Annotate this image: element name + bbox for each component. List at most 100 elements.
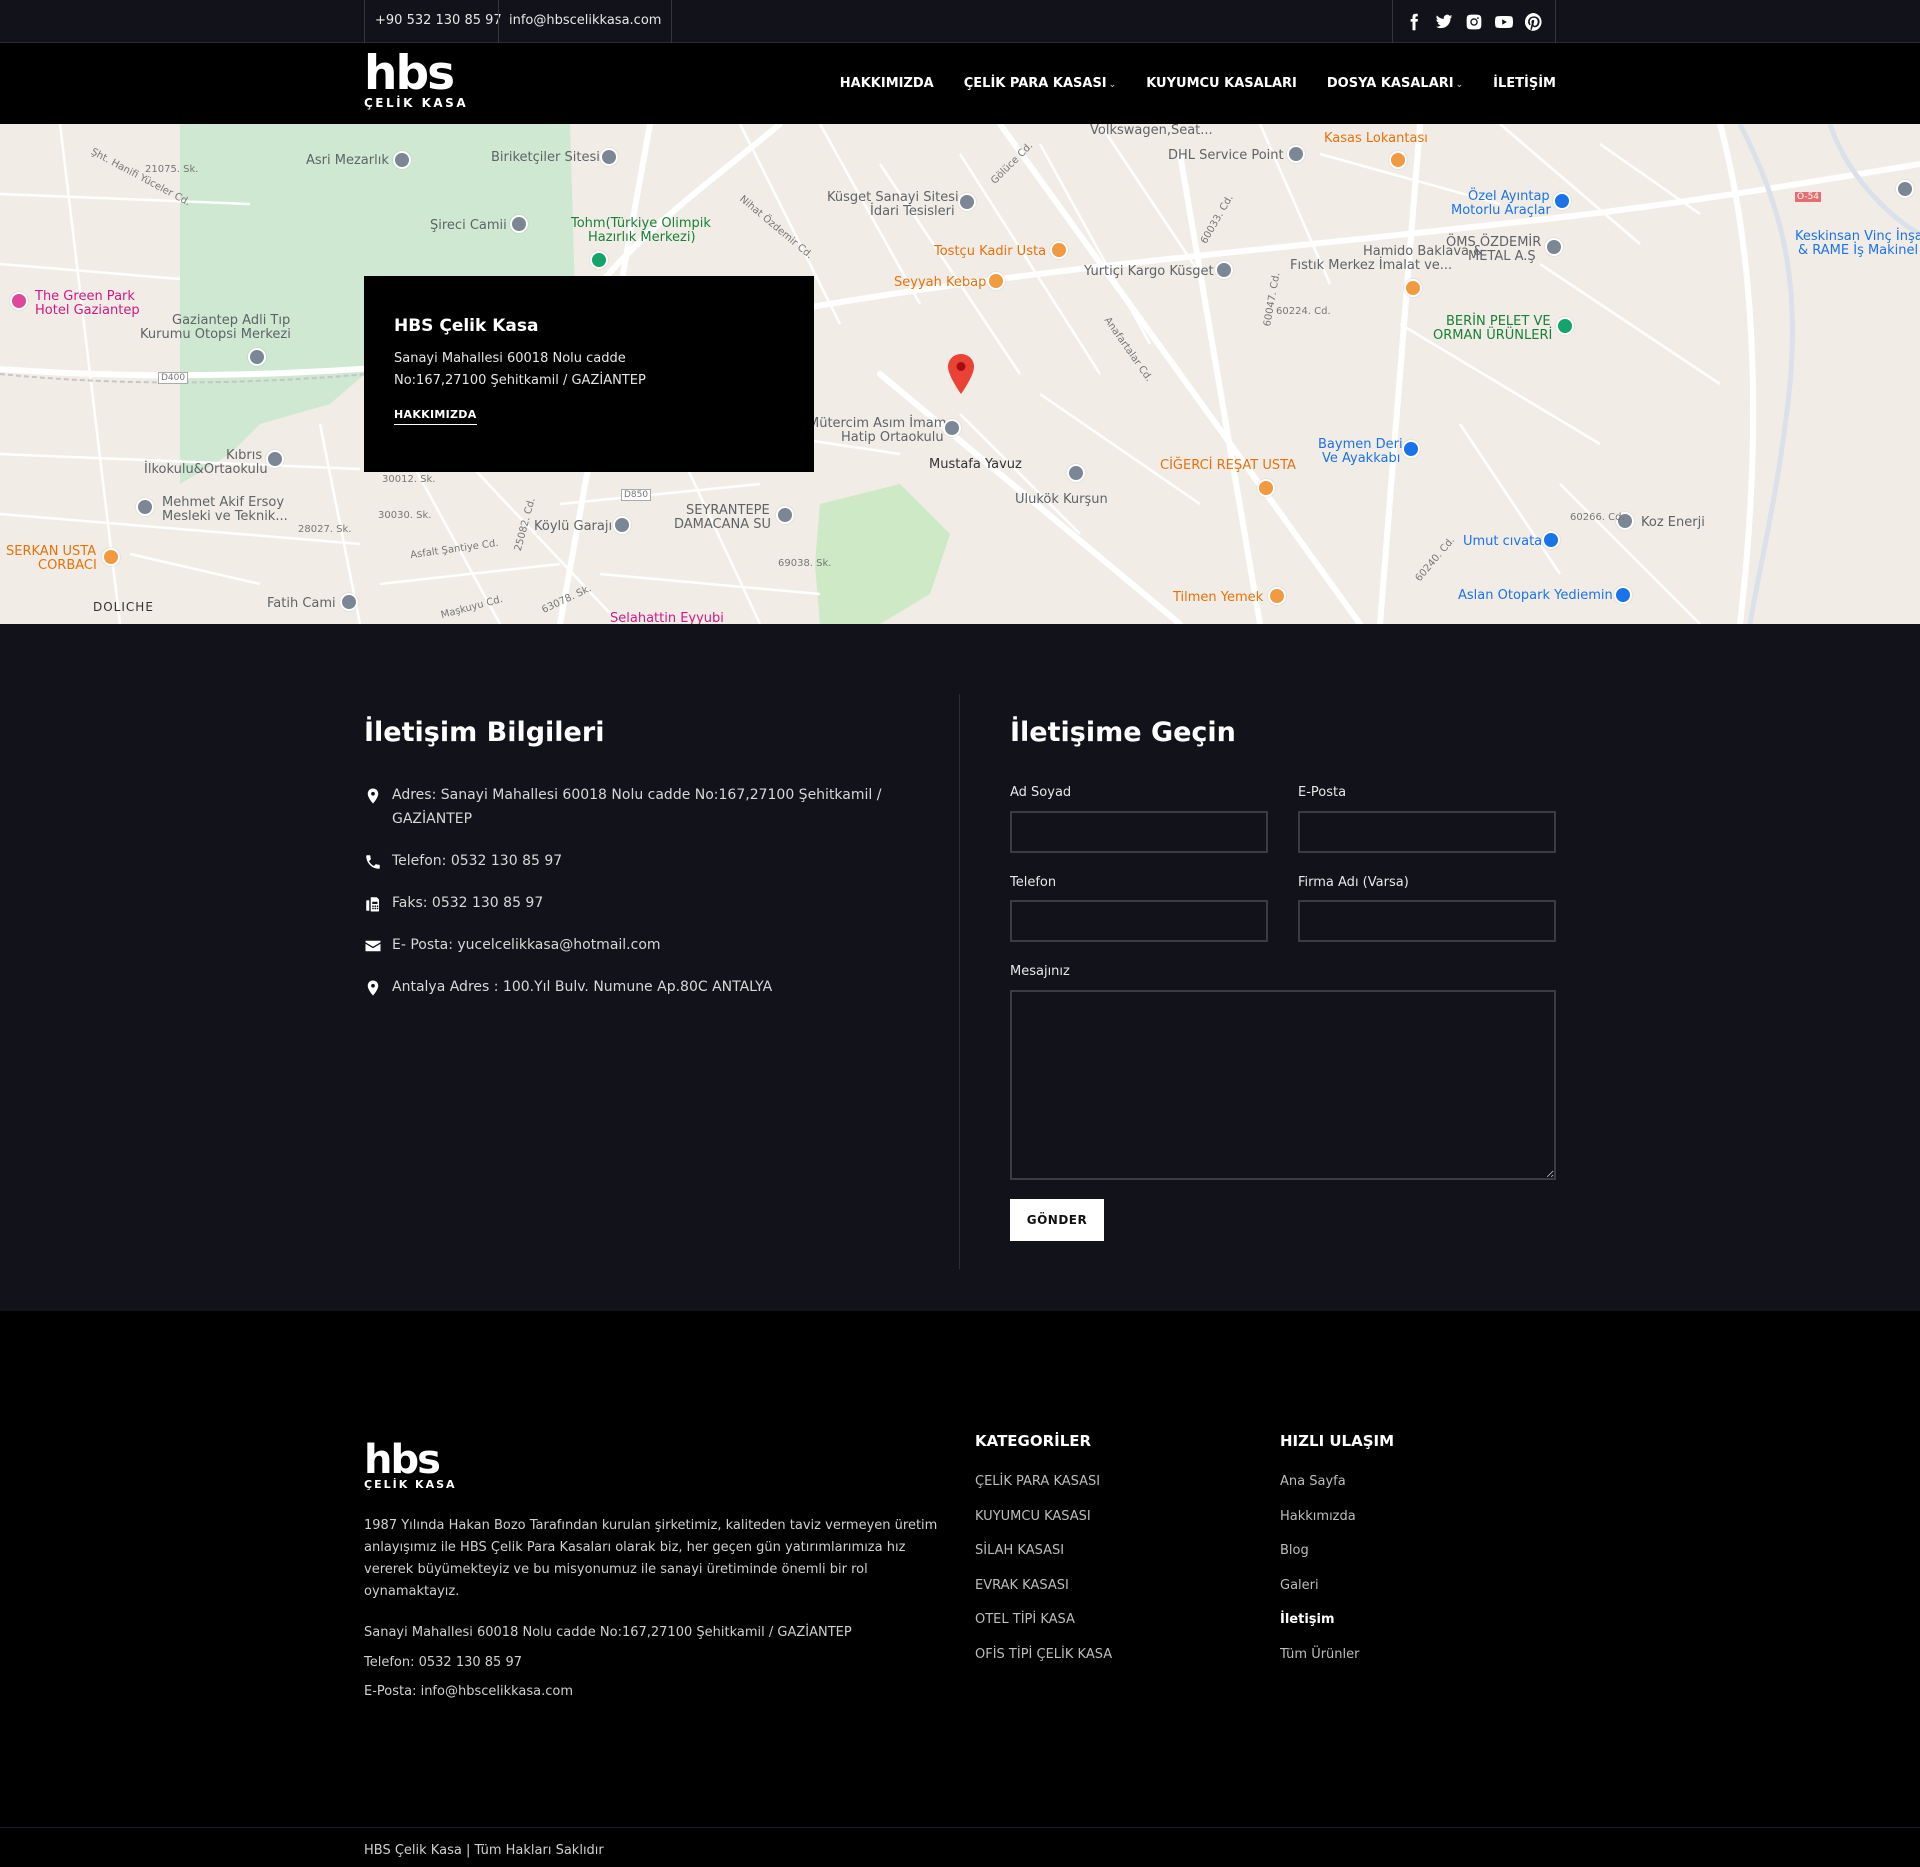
map-label-dhl[interactable]: DHL Service Point [1168,149,1284,163]
map-label-aslan-otopark[interactable]: Aslan Otopark Yediemin [1458,589,1613,603]
map-label-keskinsan-1[interactable]: Keskinsan Vinç İnşa [1795,230,1920,244]
map-label-hamido-2[interactable]: Fıstık Merkez İmalat ve... [1290,259,1452,273]
map-label-green-park-2[interactable]: Hotel Gaziantep [35,304,140,318]
map-label-mehmet-akif-2[interactable]: Mesleki ve Teknik... [162,510,288,524]
company-input[interactable] [1298,900,1556,942]
map-label-cigerci[interactable]: CİĞERCİ REŞAT USTA [1160,459,1296,473]
message-textarea[interactable] [1010,990,1556,1180]
topbar-phone-link[interactable]: +90 532 130 85 97 [364,0,512,43]
map-label-kibris-1[interactable]: Kıbrıs [226,449,262,463]
place-icon[interactable] [776,506,794,524]
footer-category-link[interactable]: OTEL TİPİ KASA [975,1612,1112,1647]
location-card-link[interactable]: HAKKIMIZDA [394,408,477,425]
pinterest-icon[interactable] [1525,12,1543,31]
map-label-mustafa-yavuz[interactable]: Mustafa Yavuz [929,458,1022,472]
map-label-keskinsan-2[interactable]: & RAME İş Makinel [1798,244,1918,258]
location-map[interactable]: Asri Mezarlık Biriketçiler Sitesi Şireci… [0,124,1920,624]
name-input[interactable] [1010,811,1268,853]
map-label-doliche[interactable]: DOLICHE [93,600,154,614]
map-label-umut-civata[interactable]: Umut cıvata [1463,535,1542,549]
shop-icon[interactable] [1402,440,1420,458]
site-logo[interactable]: hbs ÇELİK KASA [364,50,468,110]
map-label-seyrantepe-1[interactable]: SEYRANTEPE [686,504,770,518]
restaurant-icon[interactable] [1050,241,1068,259]
map-label-mutercim-2[interactable]: Hatip Ortaokulu [841,431,944,445]
map-label-tilmen[interactable]: Tilmen Yemek [1173,591,1263,605]
map-label-koylu-garaji[interactable]: Köylü Garajı [534,520,612,534]
map-label-baymen-1[interactable]: Baymen Deri [1318,438,1403,452]
map-label-green-park-1[interactable]: The Green Park [35,290,135,304]
car-dealer-icon[interactable] [1553,192,1571,210]
restaurant-icon[interactable] [1257,479,1275,497]
map-label-kusget-2[interactable]: İdari Tesisleri [870,205,955,219]
map-label-volkswagen[interactable]: Volkswagen,Seat... [1090,124,1213,138]
place-icon[interactable] [958,193,976,211]
hotel-icon[interactable] [10,292,28,310]
place-icon[interactable] [1067,464,1085,482]
place-icon[interactable] [613,516,631,534]
nav-item-kuyumcu-kasalari[interactable]: KUYUMCU KASALARI [1146,76,1297,91]
footer-quick-link[interactable]: Ana Sayfa [1280,1474,1360,1509]
shop-icon[interactable] [1542,531,1560,549]
footer-logo[interactable]: hbs ÇELİK KASA [364,1440,457,1491]
map-label-berin-2[interactable]: ORMAN ÜRÜNLERİ [1433,329,1552,343]
map-label-berin-1[interactable]: BERİN PELET VE [1446,315,1551,329]
phone-input[interactable] [1010,900,1268,942]
footer-category-link[interactable]: SİLAH KASASI [975,1543,1112,1578]
sports-icon[interactable] [590,251,608,269]
government-icon[interactable] [248,348,266,366]
map-label-ozel-ayintap-1[interactable]: Özel Ayıntap [1468,190,1550,204]
store-icon[interactable] [1556,317,1574,335]
mosque-icon[interactable] [340,593,358,611]
map-label-adli-tip-2[interactable]: Kurumu Otopsi Merkezi [140,328,291,342]
place-icon[interactable] [1896,180,1914,198]
nav-item-celik-para-kasasi[interactable]: ÇELİK PARA KASASI ⌄ [964,76,1116,91]
school-icon[interactable] [266,450,284,468]
map-label-koz-enerji[interactable]: Koz Enerji [1641,516,1705,530]
footer-quick-link-active[interactable]: İletişim [1280,1612,1360,1647]
map-label-biriketciler[interactable]: Biriketçiler Sitesi [491,151,600,165]
map-label-baymen-2[interactable]: Ve Ayakkabı [1322,452,1400,466]
footer-category-link[interactable]: ÇELİK PARA KASASI [975,1474,1112,1509]
map-label-kasas-lokantasi[interactable]: Kasas Lokantası [1324,132,1428,146]
map-label-asri-mezarlik[interactable]: Asri Mezarlık [306,154,389,168]
nav-item-dosya-kasalari[interactable]: DOSYA KASALARI ⌄ [1327,76,1463,91]
map-label-kibris-2[interactable]: İlkokulu&Ortaokulu [144,463,268,477]
map-label-adli-tip-1[interactable]: Gaziantep Adli Tıp [172,314,290,328]
map-label-tohm-1[interactable]: Tohm(Türkiye Olimpik [571,217,711,231]
facebook-icon[interactable] [1405,13,1423,31]
send-button[interactable]: GÖNDER [1010,1199,1104,1241]
topbar-email-link[interactable]: info@hbscelikkasa.com [498,0,673,43]
footer-quick-link[interactable]: Blog [1280,1543,1360,1578]
twitter-icon[interactable] [1435,13,1453,31]
map-label-hamido-1[interactable]: Hamido Baklava & [1363,245,1483,259]
map-label-serkan-2[interactable]: CORBACI [38,559,97,573]
cemetery-icon[interactable] [393,151,411,169]
instagram-icon[interactable] [1465,13,1483,31]
footer-category-link[interactable]: EVRAK KASASI [975,1578,1112,1613]
restaurant-icon[interactable] [1268,587,1286,605]
map-label-mutercim-1[interactable]: Mütercim Asım İmam [808,417,946,431]
footer-category-link[interactable]: KUYUMCU KASASI [975,1509,1112,1544]
place-icon[interactable] [1215,261,1233,279]
map-label-serkan-1[interactable]: SERKAN USTA [6,545,96,559]
map-label-ozel-ayintap-2[interactable]: Motorlu Araçlar [1451,204,1551,218]
parking-icon[interactable] [1614,586,1632,604]
place-icon[interactable] [600,148,618,166]
map-label-yurtici[interactable]: Yurtiçi Kargo Küsget [1084,265,1214,279]
nav-item-iletisim[interactable]: İLETİŞİM [1493,76,1556,91]
map-label-tostcu[interactable]: Tostçu Kadir Usta [934,245,1046,259]
email-input[interactable] [1298,811,1556,853]
restaurant-icon[interactable] [102,548,120,566]
map-label-seyrantepe-2[interactable]: DAMACANA SU [674,518,771,532]
nav-item-hakkimizda[interactable]: HAKKIMIZDA [840,76,934,91]
map-label-selahattin[interactable]: Selahattin Eyyubi [610,612,724,625]
map-label-ulukok[interactable]: Ulukök Kurşun [1015,493,1108,507]
location-pin-icon[interactable] [948,354,974,394]
restaurant-icon[interactable] [1404,279,1422,297]
footer-category-link[interactable]: OFİS TİPİ ÇELİK KASA [975,1647,1112,1682]
map-label-mehmet-akif-1[interactable]: Mehmet Akif Ersoy [162,496,284,510]
map-label-kusget-1[interactable]: Küsget Sanayi Sitesi [827,191,959,205]
place-icon[interactable] [1287,145,1305,163]
mosque-icon[interactable] [510,215,528,233]
